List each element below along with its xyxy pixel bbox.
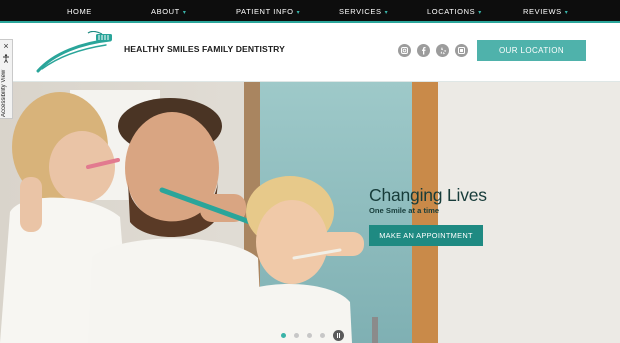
nav-home[interactable]: HOME: [67, 0, 92, 23]
nav-locations-label: LOCATIONS: [427, 7, 476, 16]
make-appointment-button[interactable]: MAKE AN APPOINTMENT: [369, 225, 483, 246]
yelp-icon[interactable]: [436, 44, 449, 57]
slider-dot-1[interactable]: [281, 333, 286, 338]
nav-services[interactable]: SERVICES ▾: [339, 0, 388, 23]
slider-dot-4[interactable]: [320, 333, 325, 338]
accessibility-widget: × Accessibility View: [0, 39, 13, 119]
slider-dot-2[interactable]: [294, 333, 299, 338]
hero-slider: Changing Lives One Smile at a time MAKE …: [0, 82, 620, 343]
hero-family-photo: [0, 82, 620, 343]
chevron-down-icon: ▾: [182, 10, 187, 16]
nav-about-label: ABOUT: [151, 7, 180, 16]
chevron-down-icon: ▾: [384, 10, 389, 16]
site-header: HEALTHY SMILES FAMILY DENTISTRY OUR LOCA…: [0, 25, 620, 82]
nav-patient-info[interactable]: PATIENT INFO ▾: [236, 0, 300, 23]
nav-reviews[interactable]: REVIEWS ▾: [523, 0, 568, 23]
nav-locations[interactable]: LOCATIONS ▾: [427, 0, 482, 23]
instagram-icon[interactable]: [398, 44, 411, 57]
nav-services-label: SERVICES: [339, 7, 382, 16]
chevron-down-icon: ▾: [564, 10, 569, 16]
facebook-icon[interactable]: [417, 44, 430, 57]
accessibility-view-toggle[interactable]: Accessibility View: [1, 67, 12, 119]
chevron-down-icon: ▾: [478, 10, 482, 16]
brand-name[interactable]: HEALTHY SMILES FAMILY DENTISTRY: [124, 44, 285, 54]
close-icon[interactable]: ×: [1, 41, 11, 51]
our-location-button[interactable]: OUR LOCATION: [477, 40, 586, 61]
pause-icon[interactable]: [333, 330, 344, 341]
nav-reviews-label: REVIEWS: [523, 7, 562, 16]
nav-patient-info-label: PATIENT INFO: [236, 7, 294, 16]
hero-headline: Changing Lives: [369, 185, 487, 205]
chevron-down-icon: ▾: [296, 10, 301, 16]
nav-about[interactable]: ABOUT ▾: [151, 0, 186, 23]
nav-home-label: HOME: [67, 7, 92, 16]
accessibility-person-icon[interactable]: [2, 54, 10, 63]
hero-subheadline: One Smile at a time: [369, 206, 440, 215]
toothbrush-logo-icon[interactable]: [36, 30, 114, 75]
top-navigation: HOME ABOUT ▾ PATIENT INFO ▾ SERVICES ▾ LOCA…: [0, 0, 620, 23]
slider-dot-3[interactable]: [307, 333, 312, 338]
google-icon[interactable]: [455, 44, 468, 57]
